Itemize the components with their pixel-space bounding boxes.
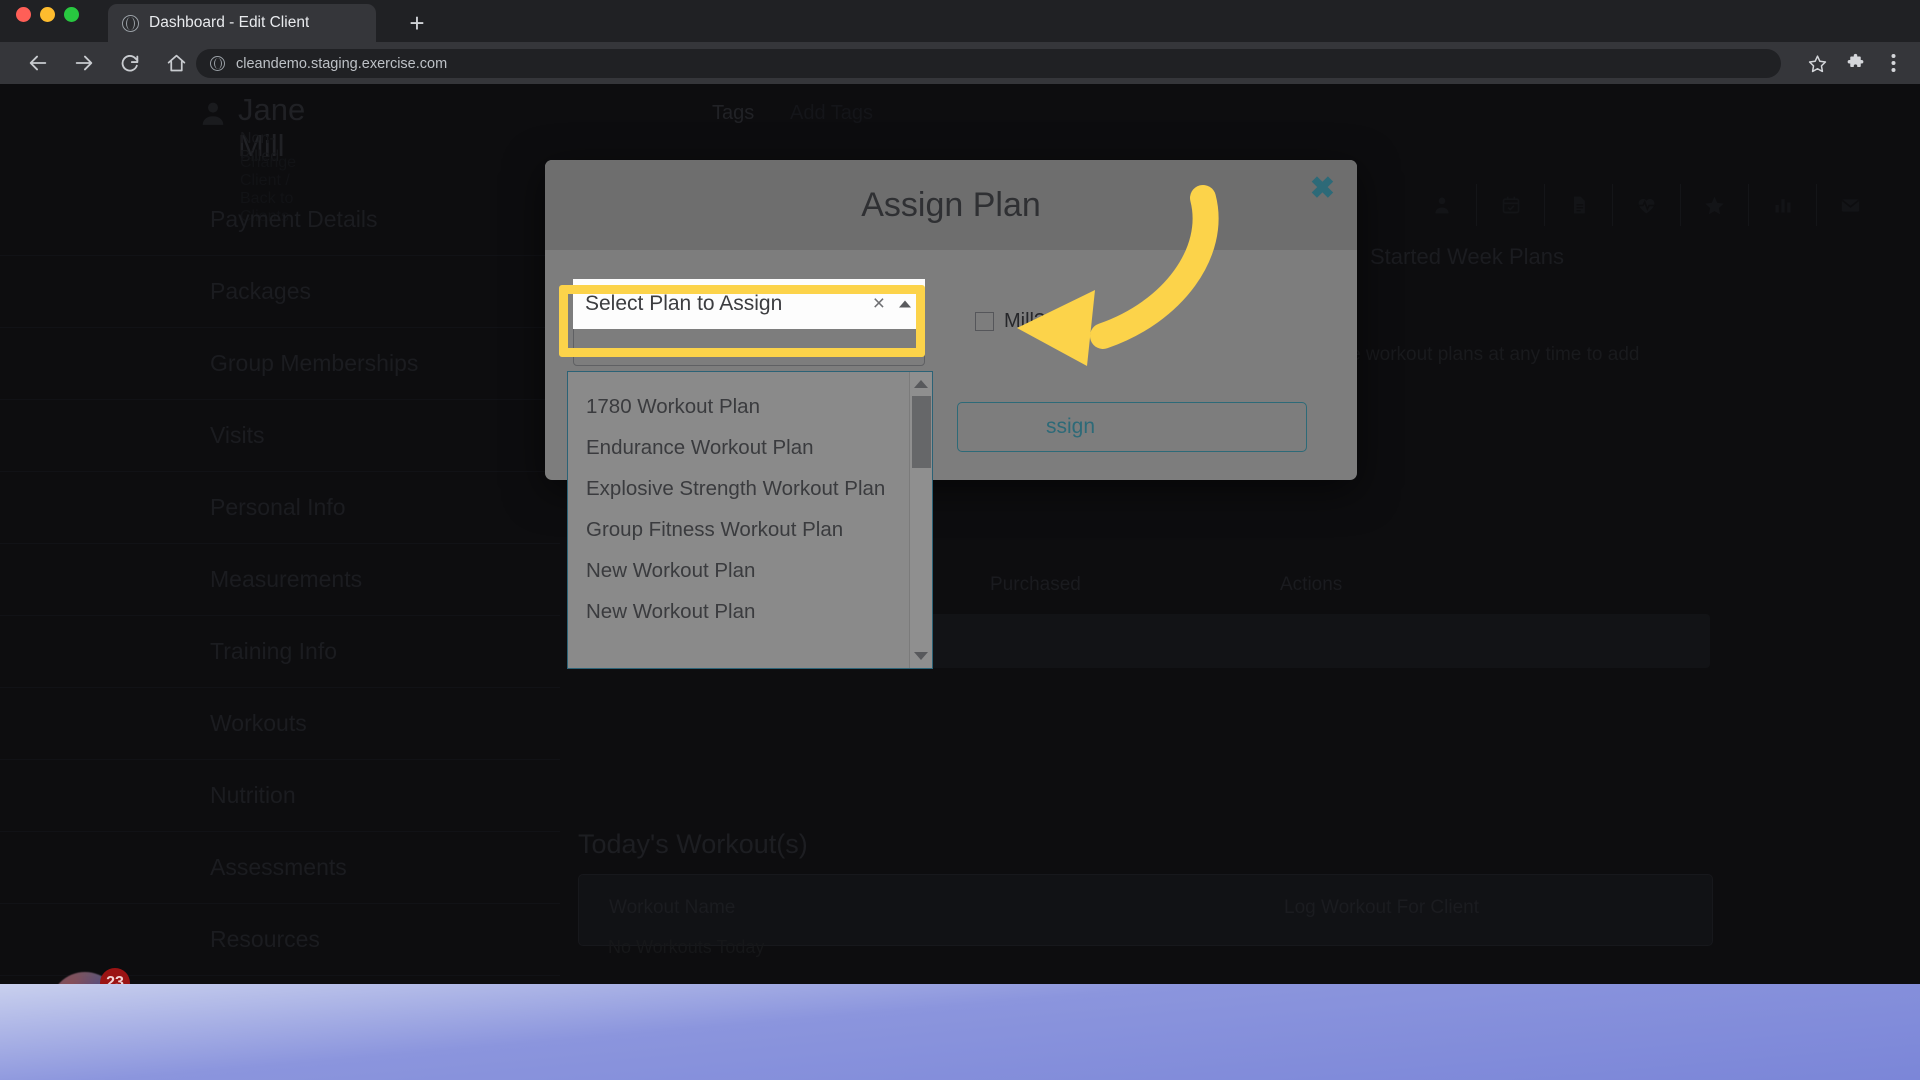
tags-input[interactable]: Add Tags <box>790 102 873 125</box>
toolbar-right-icons <box>1800 46 1910 80</box>
sidebar-item-visits[interactable]: Visits <box>0 400 560 472</box>
window-traffic-lights <box>16 7 79 22</box>
dropdown-option-group-fitness-workout-plan[interactable]: Group Fitness Workout Plan <box>568 509 932 550</box>
sidebar-item-personal-info[interactable]: Personal Info <box>0 472 560 544</box>
dropdown-options: 1780 Workout Plan Endurance Workout Plan… <box>568 372 932 632</box>
scroll-down-arrow-icon[interactable] <box>914 652 928 660</box>
client-tool-icons <box>1408 184 1884 226</box>
started-week-plans-title: Started Week Plans <box>1370 244 1565 269</box>
dropdown-option-explosive-strength-workout-plan[interactable]: Explosive Strength Workout Plan <box>568 468 932 509</box>
reload-button[interactable] <box>110 43 150 83</box>
sidebar-item-resources[interactable]: Resources <box>0 904 560 976</box>
dropdown-option-new-workout-plan-1[interactable]: New Workout Plan <box>568 550 932 591</box>
globe-icon <box>122 14 139 32</box>
bookmark-star-icon[interactable] <box>1800 46 1834 80</box>
column-actions: Actions <box>1280 574 1343 595</box>
confirm-question-text: Mill? <box>1004 310 1046 332</box>
modal-header: Assign Plan ✖ <box>545 160 1357 250</box>
screenshot-root: Dashboard - Edit Client + cleandemo.stag… <box>0 0 1920 1080</box>
close-window-button[interactable] <box>16 7 31 22</box>
sidebar-item-group-memberships[interactable]: Group Memberships <box>0 328 560 400</box>
back-button[interactable] <box>18 43 58 83</box>
highlight-box-annotation <box>559 285 925 357</box>
browser-menu-icon[interactable] <box>1876 46 1910 80</box>
heartbeat-icon[interactable] <box>1612 184 1680 226</box>
sidebar-item-packages[interactable]: Packages <box>0 256 560 328</box>
tags-label: Tags <box>712 102 755 124</box>
sidebar-item-assessments[interactable]: Assessments <box>0 832 560 904</box>
new-tab-button[interactable]: + <box>400 6 434 40</box>
scrollbar-thumb[interactable] <box>912 396 931 468</box>
confirm-checkbox[interactable] <box>975 312 994 331</box>
browser-chrome: Dashboard - Edit Client + cleandemo.stag… <box>0 0 1920 84</box>
home-button[interactable] <box>156 43 196 83</box>
modal-title: Assign Plan <box>861 185 1041 224</box>
sidebar-item-payment-details[interactable]: Payment Details <box>0 184 560 256</box>
scroll-up-arrow-icon[interactable] <box>914 380 928 388</box>
dropdown-option-1780-workout-plan[interactable]: 1780 Workout Plan <box>568 386 932 427</box>
forward-button[interactable] <box>64 43 104 83</box>
column-purchased: Purchased <box>990 574 1081 595</box>
desktop-background <box>0 984 1920 1080</box>
started-week-plans-body: ese workout plans at any time to add <box>1330 344 1640 365</box>
maximize-window-button[interactable] <box>64 7 79 22</box>
calendar-check-icon[interactable] <box>1476 184 1544 226</box>
client-sidebar: Payment Details Packages Group Membershi… <box>0 184 560 976</box>
tab-title: Dashboard - Edit Client <box>149 14 310 31</box>
column-workout-name: Workout Name <box>609 897 736 918</box>
todays-workouts-title: Today's Workout(s) <box>578 829 808 859</box>
sidebar-item-measurements[interactable]: Measurements <box>0 544 560 616</box>
star-icon[interactable] <box>1680 184 1748 226</box>
close-icon[interactable]: ✖ <box>1310 174 1335 204</box>
address-bar[interactable]: cleandemo.staging.exercise.com <box>196 49 1781 78</box>
site-globe-icon <box>210 56 225 71</box>
envelope-icon[interactable] <box>1816 184 1884 226</box>
document-icon[interactable] <box>1544 184 1612 226</box>
plan-dropdown-list[interactable]: 1780 Workout Plan Endurance Workout Plan… <box>567 371 933 669</box>
tab-strip: Dashboard - Edit Client + <box>0 0 1920 42</box>
person-icon[interactable] <box>1408 184 1476 226</box>
confirm-question: Mill? <box>975 310 1045 333</box>
sidebar-item-workouts[interactable]: Workouts <box>0 688 560 760</box>
column-log-workout-for-client: Log Workout For Client <box>1284 897 1480 918</box>
assign-button[interactable]: ssign <box>957 402 1307 452</box>
dropdown-option-endurance-workout-plan[interactable]: Endurance Workout Plan <box>568 427 932 468</box>
browser-tab[interactable]: Dashboard - Edit Client <box>108 4 376 42</box>
dropdown-scrollbar[interactable] <box>909 372 932 668</box>
url-text: cleandemo.staging.exercise.com <box>236 55 448 72</box>
extensions-puzzle-icon[interactable] <box>1838 46 1872 80</box>
sidebar-item-nutrition[interactable]: Nutrition <box>0 760 560 832</box>
app-logo-widget[interactable]: 23 <box>50 968 130 984</box>
todays-workouts-empty-row: No Workouts Today <box>608 937 765 957</box>
dropdown-option-new-workout-plan-2[interactable]: New Workout Plan <box>568 591 932 632</box>
minimize-window-button[interactable] <box>40 7 55 22</box>
browser-toolbar: cleandemo.staging.exercise.com <box>0 42 1920 84</box>
bar-chart-icon[interactable] <box>1748 184 1816 226</box>
avatar <box>200 98 226 128</box>
sidebar-item-training-info[interactable]: Training Info <box>0 616 560 688</box>
